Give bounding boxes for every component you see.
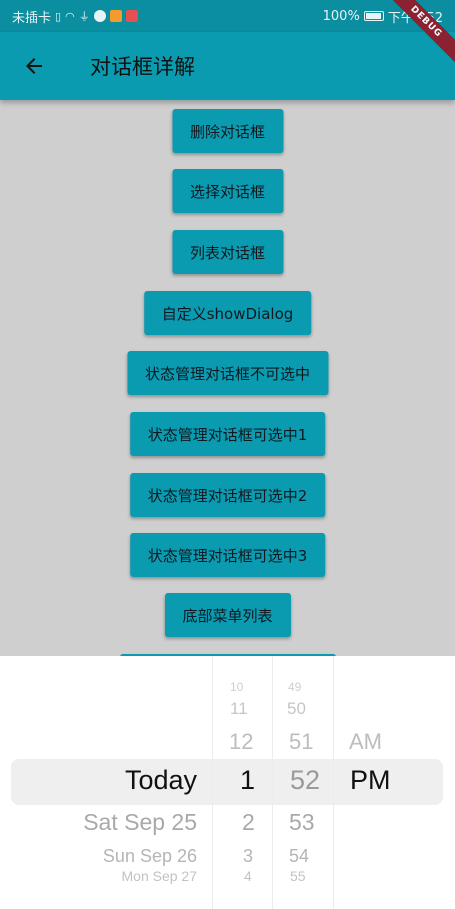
custom-show-dialog-button[interactable]: 自定义showDialog — [143, 291, 312, 335]
minute-option[interactable]: 51 — [289, 729, 313, 755]
hour-option[interactable]: 10 — [230, 680, 243, 694]
minute-option[interactable]: 54 — [289, 846, 309, 867]
minute-option[interactable]: 55 — [290, 869, 306, 883]
ampm-option-selected[interactable]: PM — [350, 765, 391, 796]
date-option[interactable]: Sat Sep 25 — [83, 809, 197, 836]
delete-dialog-button[interactable]: 删除对话框 — [171, 109, 284, 153]
date-option[interactable]: Mon Sep 27 — [122, 869, 198, 883]
carrier-label: 未插卡 — [12, 10, 52, 26]
list-dialog-button[interactable]: 列表对话框 — [171, 230, 284, 274]
battery-icon — [363, 11, 384, 21]
battery-percent: 100% — [322, 8, 360, 24]
stateful-dialog-selectable-1-button[interactable]: 状态管理对话框可选中1 — [129, 412, 326, 456]
arrow-back-icon[interactable] — [6, 38, 62, 94]
bottom-menu-list-button[interactable]: 底部菜单列表 — [164, 593, 291, 637]
ampm-option[interactable]: AM — [349, 729, 382, 755]
sim-icon: ▯ — [55, 9, 62, 23]
hour-option-selected[interactable]: 1 — [240, 765, 255, 796]
status-bar: 未插卡 ▯ ◠ ⏚ 100% 下午4:52 — [0, 0, 455, 32]
date-option-selected[interactable]: Today — [125, 765, 197, 796]
hour-option[interactable]: 2 — [242, 809, 255, 836]
hour-option[interactable]: 3 — [243, 846, 253, 867]
date-time-picker[interactable]: Today Sat Sep 25 Sun Sep 26 Mon Sep 27 1… — [0, 656, 455, 909]
column-divider — [212, 656, 213, 909]
hour-option[interactable]: 4 — [244, 869, 252, 883]
app-icon — [93, 10, 106, 22]
stateful-dialog-selectable-3-button[interactable]: 状态管理对话框可选中3 — [129, 533, 326, 577]
choice-dialog-button[interactable]: 选择对话框 — [171, 169, 284, 213]
minute-option-selected[interactable]: 52 — [290, 765, 320, 796]
stateful-dialog-selectable-2-button[interactable]: 状态管理对话框可选中2 — [129, 473, 326, 517]
video-app-icon — [109, 10, 122, 22]
column-divider — [272, 656, 273, 909]
app-bar: 对话框详解 — [0, 32, 455, 100]
column-divider — [333, 656, 334, 909]
stateful-dialog-unselectable-button[interactable]: 状态管理对话框不可选中 — [126, 351, 329, 395]
minute-option[interactable]: 50 — [287, 699, 306, 719]
button-list: 删除对话框 选择对话框 列表对话框 自定义showDialog 状态管理对话框不… — [0, 100, 455, 656]
date-option[interactable]: Sun Sep 26 — [103, 846, 197, 867]
page-title: 对话框详解 — [90, 55, 195, 79]
hour-option[interactable]: 11 — [230, 699, 248, 719]
hour-option[interactable]: 12 — [229, 729, 253, 755]
usb-icon: ⏚ — [78, 9, 90, 23]
minute-option[interactable]: 53 — [289, 809, 315, 836]
wifi-icon: ◠ — [65, 9, 75, 23]
minute-option[interactable]: 49 — [288, 680, 301, 694]
message-app-icon — [125, 10, 138, 22]
